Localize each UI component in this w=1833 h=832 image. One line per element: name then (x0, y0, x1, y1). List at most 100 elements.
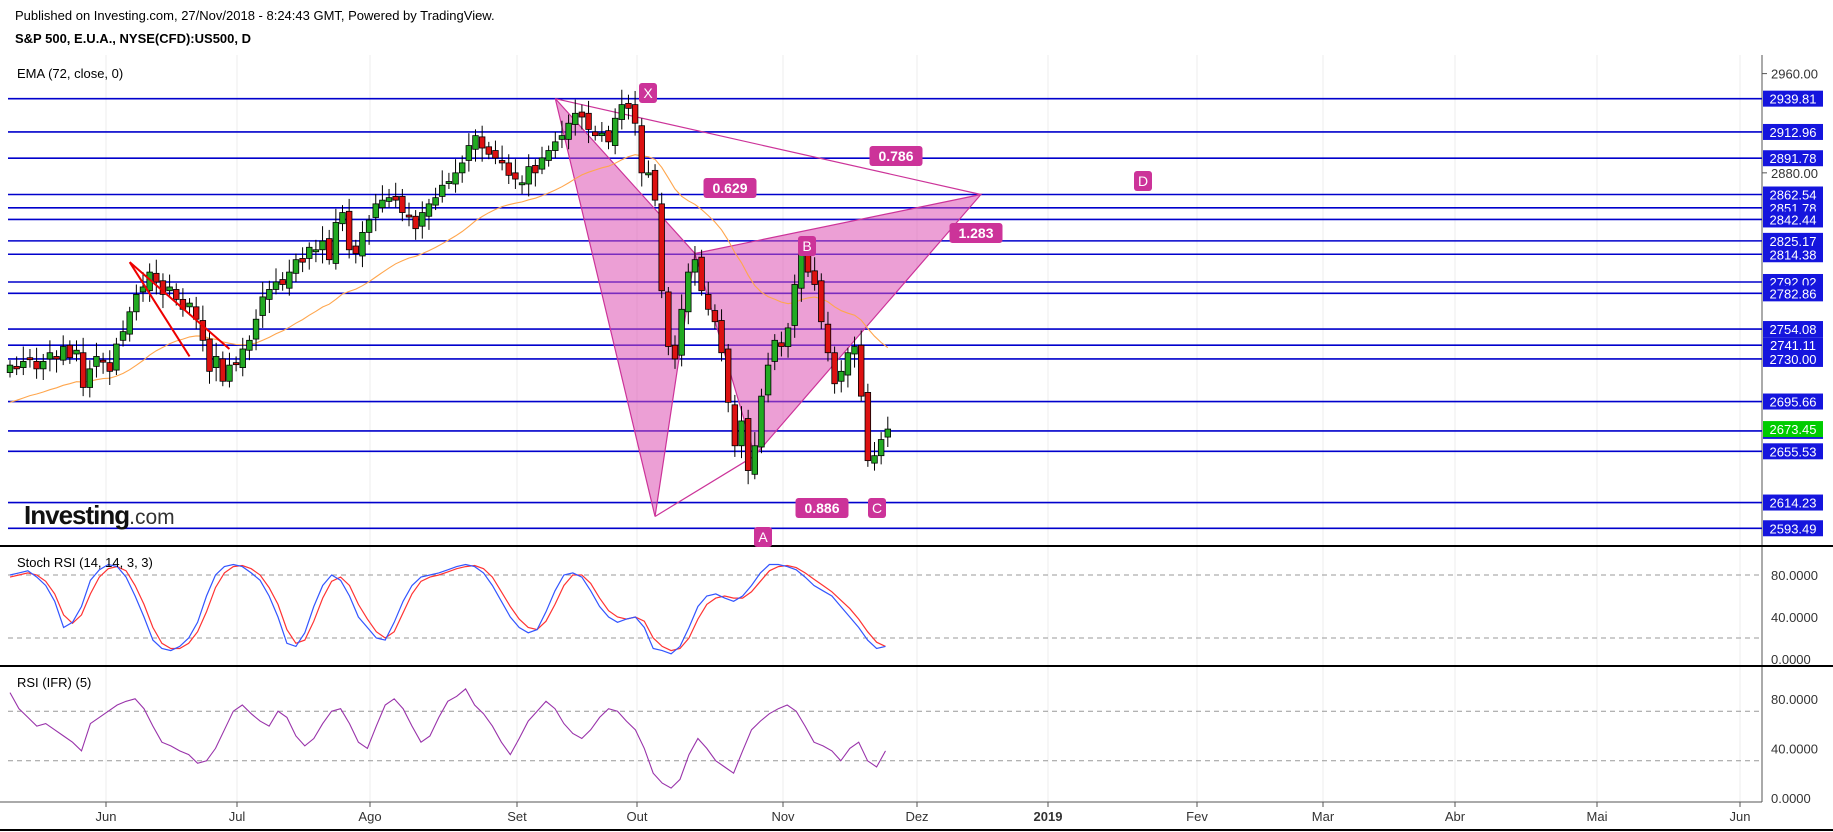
candle-body (226, 364, 233, 382)
ratio-0886: 0.886 (804, 500, 839, 516)
candle-body (113, 343, 120, 371)
candle-body (79, 352, 87, 388)
candle-body (153, 272, 160, 283)
x-tick-label: Abr (1445, 809, 1466, 824)
x-tick-label: Jun (96, 809, 117, 824)
candle-body (804, 254, 812, 273)
rsi-label[interactable]: RSI (IFR) (5) (17, 675, 91, 690)
candle-body (751, 445, 758, 475)
candle-body (133, 294, 140, 313)
candle-body (13, 365, 20, 370)
stoch-d-line (9, 564, 886, 652)
price-badge-label: 2912.96 (1770, 125, 1817, 140)
price-badge-label: 2754.08 (1770, 322, 1817, 337)
candle-body (838, 370, 845, 382)
candle-body (46, 352, 54, 360)
x-tick-label: Dez (905, 809, 928, 824)
candle-body (877, 439, 885, 457)
x-tick-label: Set (507, 809, 527, 824)
candle-body (6, 364, 14, 373)
price-badge-label: 2842.44 (1770, 212, 1817, 227)
candle-body (292, 259, 300, 274)
candle-body (93, 356, 100, 367)
stoch-y-tick-label: 0.0000 (1771, 652, 1811, 667)
candle-body (212, 356, 220, 369)
candle-body (718, 320, 725, 354)
candle-body (678, 308, 685, 356)
price-badge-label: 2939.81 (1770, 92, 1817, 107)
candle-body (864, 392, 872, 462)
candle-body (246, 339, 253, 351)
stoch-rsi-label[interactable]: Stoch RSI (14, 14, 3, 3) (17, 555, 153, 570)
candle-body (332, 222, 340, 264)
x-tick-label: Nov (771, 809, 795, 824)
ratio-0629: 0.629 (712, 180, 747, 196)
candle-body (884, 428, 891, 438)
y-tick-label: 2960.00 (1771, 67, 1818, 82)
candle-body (33, 361, 40, 370)
candle-body (86, 368, 93, 388)
candle-body (119, 331, 127, 341)
price-badge-label: 2655.53 (1770, 444, 1817, 459)
x-axis: Jun Jul Ago Set Out Nov Dez 2019 Fev Mar Abr Mai Jun (96, 802, 1750, 824)
candle-body (432, 197, 439, 206)
candle-body (592, 131, 599, 137)
candle-body (705, 294, 712, 310)
candle-body (711, 310, 719, 323)
rsi-y-tick-label: 80.0000 (1771, 692, 1818, 707)
candle-body (325, 238, 333, 261)
candle-body (771, 339, 778, 362)
candle-body (791, 284, 798, 326)
candle-body (478, 136, 486, 149)
candle-body (312, 249, 320, 253)
candle-body (758, 395, 765, 448)
candle-body (60, 346, 67, 361)
candle-body (778, 342, 785, 347)
candle-body (651, 169, 659, 201)
candle-body (798, 253, 805, 289)
candle-body (824, 323, 832, 354)
candle-body (425, 203, 433, 217)
candle-body (485, 146, 492, 155)
candle-body (665, 291, 672, 347)
candle-body (512, 172, 519, 180)
candle-body (412, 215, 419, 230)
chart-canvas[interactable]: 0.629 0.786 1.283 0.886 X A B C D 2939.81 2912.9… (0, 0, 1833, 832)
candle-body (279, 279, 286, 285)
candle-body (565, 122, 572, 140)
candle-body (365, 219, 373, 233)
candle-body (66, 344, 74, 359)
grid-lines (8, 55, 1762, 802)
candle-body (764, 364, 772, 396)
price-badge-label: 2593.49 (1770, 521, 1817, 536)
candle-body (379, 199, 386, 208)
candle-body (738, 420, 745, 447)
candle-body (319, 240, 326, 251)
candle-body (698, 256, 705, 292)
price-axis-badges: 2939.812912.962891.782862.542851.782842.… (1763, 90, 1823, 537)
candle-body (671, 344, 679, 360)
candle-body (744, 418, 752, 471)
rsi-y-tick-label: 0.0000 (1771, 791, 1811, 806)
ema-indicator-label[interactable]: EMA (72, close, 0) (17, 66, 123, 81)
x-tick-label: Jul (229, 809, 246, 824)
candle-body (359, 231, 366, 257)
candle-body (685, 271, 692, 313)
point-label-C: C (872, 500, 882, 516)
point-label-X: X (643, 85, 653, 101)
x-tick-label: Mar (1312, 809, 1335, 824)
candle-body (611, 117, 619, 146)
point-label-D: D (1138, 173, 1148, 189)
x-tick-label: Fev (1186, 809, 1208, 824)
candle-body (851, 346, 858, 355)
pattern-line-ac (654, 455, 756, 517)
candle-body (439, 184, 446, 197)
candle-body (725, 348, 732, 403)
investing-logo: Investing.com (24, 500, 175, 530)
candle-body (645, 172, 652, 176)
candle-body (445, 181, 453, 184)
candle-body (625, 102, 632, 109)
candle-body (272, 281, 280, 290)
candle-body (286, 271, 293, 289)
candle-body (299, 258, 306, 263)
